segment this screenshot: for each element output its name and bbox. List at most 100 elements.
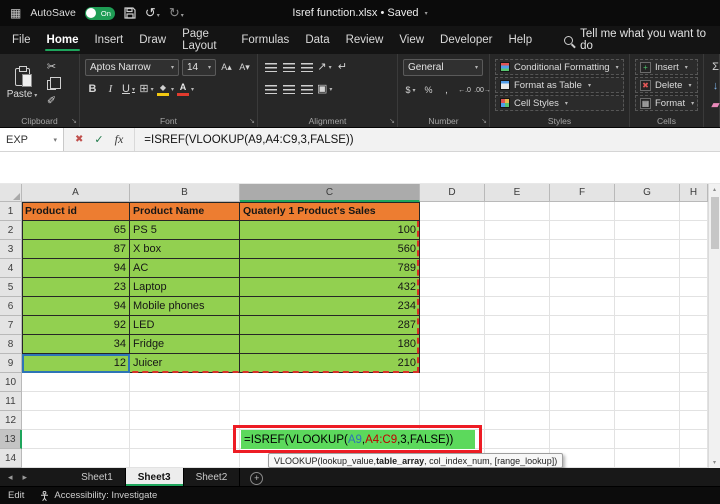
tab-formulas[interactable]: Formulas [233, 26, 297, 54]
cell-F12[interactable] [550, 411, 615, 430]
cell-E7[interactable] [485, 316, 550, 335]
align-right-button[interactable] [299, 82, 314, 97]
cell-F4[interactable] [550, 259, 615, 278]
tab-insert[interactable]: Insert [86, 26, 131, 54]
select-all-corner[interactable] [0, 184, 22, 202]
font-color-button[interactable]: A [177, 82, 194, 97]
cell-A10[interactable] [22, 373, 130, 392]
align-top-button[interactable] [263, 60, 278, 75]
formula-input[interactable]: =ISREF(VLOOKUP(A9,A4:C9,3,FALSE)) [135, 128, 353, 151]
cell-B6[interactable]: Mobile phones [130, 297, 240, 316]
tell-me[interactable]: Tell me what you want to do [564, 26, 716, 54]
cell-H1[interactable] [680, 202, 708, 221]
row-header-3[interactable]: 3 [0, 240, 22, 259]
cell-G6[interactable] [615, 297, 680, 316]
cell-G1[interactable] [615, 202, 680, 221]
col-header-F[interactable]: F [550, 184, 615, 202]
cell-D11[interactable] [420, 392, 485, 411]
cell-C3[interactable]: 560 [240, 240, 420, 259]
row-header-6[interactable]: 6 [0, 297, 22, 316]
cell-G13[interactable] [615, 430, 680, 449]
cell-E1[interactable] [485, 202, 550, 221]
autosum-icon[interactable]: Σ [708, 60, 720, 75]
cell-A4[interactable]: 94 [22, 259, 130, 278]
cell-F3[interactable] [550, 240, 615, 259]
increase-decimal-icon[interactable]: ←.0 [457, 83, 472, 98]
cell-C4[interactable]: 789 [240, 259, 420, 278]
cell-A8[interactable]: 34 [22, 335, 130, 354]
insert-cells-button[interactable]: + Insert [635, 59, 698, 75]
cell-F10[interactable] [550, 373, 615, 392]
cell-G11[interactable] [615, 392, 680, 411]
cell-B8[interactable]: Fridge [130, 335, 240, 354]
cell-D6[interactable] [420, 297, 485, 316]
sheet-tab-sheet3[interactable]: Sheet3 [125, 468, 184, 486]
italic-button[interactable]: I [103, 82, 118, 97]
cell-H13[interactable] [680, 430, 708, 449]
font-name-select[interactable]: Aptos Narrow [85, 59, 179, 76]
name-box[interactable]: EXP [0, 128, 64, 151]
cell-H5[interactable] [680, 278, 708, 297]
cell-F8[interactable] [550, 335, 615, 354]
cell-B9[interactable]: Juicer [130, 354, 240, 373]
cell-C11[interactable] [240, 392, 420, 411]
underline-button[interactable]: U [121, 82, 136, 97]
cell-D12[interactable] [420, 411, 485, 430]
cell-D2[interactable] [420, 221, 485, 240]
cell-E5[interactable] [485, 278, 550, 297]
row-header-11[interactable]: 11 [0, 392, 22, 411]
save-icon[interactable] [124, 7, 136, 19]
cell-B1[interactable]: Product Name [130, 202, 240, 221]
cell-C10[interactable] [240, 373, 420, 392]
col-header-C[interactable]: C [240, 184, 420, 202]
tab-developer[interactable]: Developer [432, 26, 500, 54]
tab-draw[interactable]: Draw [131, 26, 174, 54]
cell-G12[interactable] [615, 411, 680, 430]
decrease-decimal-icon[interactable]: .00→ [474, 83, 491, 98]
align-bottom-button[interactable] [299, 60, 314, 75]
cell-B2[interactable]: PS 5 [130, 221, 240, 240]
cell-E11[interactable] [485, 392, 550, 411]
cell-C1[interactable]: Quaterly 1 Product's Sales [240, 202, 420, 221]
cell-H14[interactable] [680, 449, 708, 468]
cell-H11[interactable] [680, 392, 708, 411]
clipboard-dialog-launcher-icon[interactable]: ↘ [71, 117, 77, 125]
cell-H9[interactable] [680, 354, 708, 373]
col-header-A[interactable]: A [22, 184, 130, 202]
cell-F2[interactable] [550, 221, 615, 240]
col-header-G[interactable]: G [615, 184, 680, 202]
cut-icon[interactable]: ✂ [44, 60, 59, 75]
row-header-10[interactable]: 10 [0, 373, 22, 392]
cell-H2[interactable] [680, 221, 708, 240]
editing-cell[interactable]: =ISREF(VLOOKUP(A9, A4:C9,3,FALSE)) [241, 430, 475, 449]
cell-A6[interactable]: 94 [22, 297, 130, 316]
cell-E6[interactable] [485, 297, 550, 316]
cell-G4[interactable] [615, 259, 680, 278]
cell-B5[interactable]: Laptop [130, 278, 240, 297]
copy-button[interactable] [44, 76, 61, 92]
align-middle-button[interactable] [281, 60, 296, 75]
wrap-text-icon[interactable]: ↵ [335, 60, 350, 75]
tab-file[interactable]: File [4, 26, 39, 54]
cell-A7[interactable]: 92 [22, 316, 130, 335]
row-header-2[interactable]: 2 [0, 221, 22, 240]
col-header-D[interactable]: D [420, 184, 485, 202]
cell-B7[interactable]: LED [130, 316, 240, 335]
insert-function-icon[interactable]: fx [115, 132, 124, 147]
row-header-13[interactable]: 13 [0, 430, 22, 449]
cell-E12[interactable] [485, 411, 550, 430]
fill-color-button[interactable]: ◆ [157, 82, 174, 97]
cell-F5[interactable] [550, 278, 615, 297]
cell-C12[interactable] [240, 411, 420, 430]
cell-E2[interactable] [485, 221, 550, 240]
autosave-toggle[interactable]: On [84, 6, 115, 20]
col-header-B[interactable]: B [130, 184, 240, 202]
cell-G14[interactable] [615, 449, 680, 468]
cell-C9[interactable]: 210 [240, 354, 420, 373]
clear-icon[interactable]: ▰ [708, 98, 720, 113]
merge-center-icon[interactable]: ▣ [317, 82, 332, 97]
vertical-scrollbar[interactable]: ▴ ▾ [708, 184, 720, 468]
cell-G10[interactable] [615, 373, 680, 392]
shrink-font-icon[interactable]: A▾ [237, 60, 252, 75]
cell-E10[interactable] [485, 373, 550, 392]
